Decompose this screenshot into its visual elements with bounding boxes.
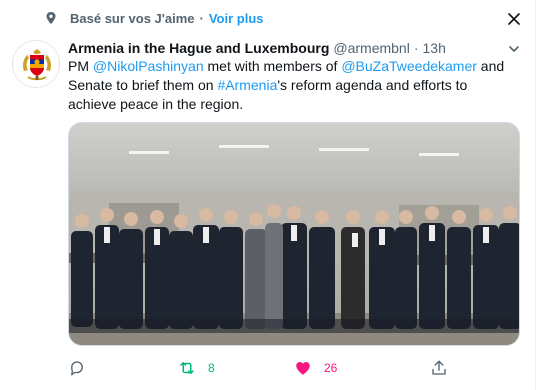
header-separator: · [413, 40, 419, 56]
tweet-photo[interactable] [68, 122, 520, 346]
mention-link[interactable]: @NikolPashinyan [93, 58, 204, 74]
group-photo [69, 123, 519, 345]
close-button[interactable] [504, 9, 524, 29]
share-icon [432, 360, 446, 375]
location-pin-icon [46, 12, 56, 24]
tweet-card[interactable]: Basé sur vos J'aime · Voir plus Armenia … [0, 0, 536, 390]
reply-button[interactable] [68, 356, 86, 380]
avatar[interactable] [12, 40, 60, 88]
retweet-count: 8 [208, 361, 215, 375]
chevron-down-icon [509, 46, 519, 52]
tweet-timestamp[interactable]: 13h [423, 40, 446, 56]
more-options-button[interactable] [505, 40, 523, 58]
context-separator: · [199, 10, 204, 26]
context-label: Basé sur vos J'aime [70, 10, 195, 26]
tweet-text-segment: met with members of [203, 58, 342, 74]
tweet-header: Armenia in the Hague and Luxembourg @arm… [68, 38, 446, 58]
heart-icon [296, 362, 310, 375]
tweet-text: PM @NikolPashinyan met with members of @… [68, 57, 518, 114]
author-handle[interactable]: @armembnl [333, 40, 409, 56]
retweet-button[interactable]: 8 [178, 356, 215, 380]
like-button[interactable]: 26 [294, 356, 337, 380]
armenian-emblem-icon [13, 41, 59, 87]
hashtag-link[interactable]: #Armenia [217, 77, 277, 93]
mention-link[interactable]: @BuZaTweedekamer [341, 58, 477, 74]
tweet-actions: 8 26 [68, 356, 518, 380]
social-context: Basé sur vos J'aime · Voir plus [42, 8, 264, 28]
tweet-text-segment: PM [68, 58, 93, 74]
author-name[interactable]: Armenia in the Hague and Luxembourg [68, 40, 329, 56]
close-icon [508, 13, 520, 25]
like-count: 26 [324, 361, 338, 375]
see-more-link[interactable]: Voir plus [209, 11, 264, 26]
reply-icon [71, 361, 83, 376]
retweet-icon [180, 362, 194, 374]
share-button[interactable] [430, 356, 448, 380]
